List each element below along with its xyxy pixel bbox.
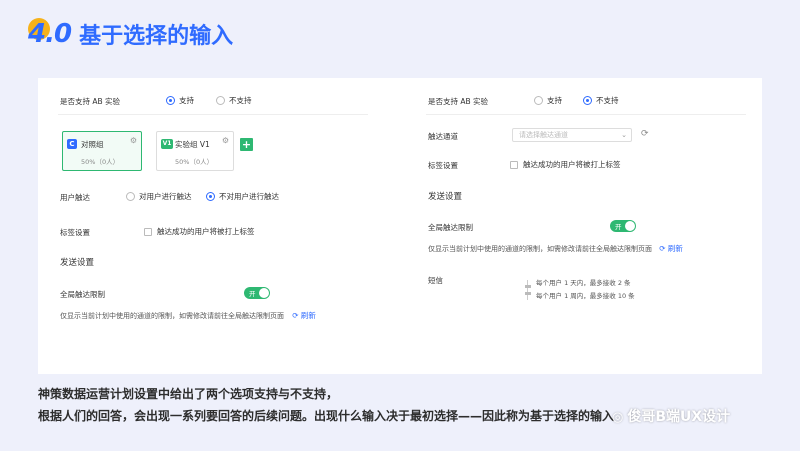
sms-rule-week: 每个用户 1 周内，最多接收 10 条: [536, 292, 635, 300]
global-limit-label: 全局触达限制: [60, 290, 105, 299]
add-group-button[interactable]: +: [240, 138, 253, 151]
radio-label: 对用户进行触达: [139, 192, 192, 201]
toggle-label: 开: [249, 290, 256, 298]
checkbox-label: 触达成功的用户将被打上标签: [523, 160, 621, 169]
gear-icon[interactable]: ⚙: [222, 136, 229, 145]
group-ratio: 50%（0人）: [81, 158, 120, 166]
send-settings-heading: 发送设置: [60, 258, 95, 268]
global-limit-label-right: 全局触达限制: [428, 223, 473, 232]
refresh-icon: ⟳: [292, 311, 299, 320]
chevron-down-icon: ⌄: [621, 131, 627, 139]
tag-checkbox-right[interactable]: 触达成功的用户将被打上标签: [510, 159, 621, 170]
caption-line-2: 根据人们的回答，会出现一系列要回答的后续问题。出现什么输入决于最初选择——因此称…: [38, 409, 615, 423]
refresh-label: 刷新: [300, 311, 316, 320]
refresh-label: 刷新: [667, 244, 683, 253]
radio-label: 支持: [179, 96, 194, 105]
ab-not-support-radio-right[interactable]: 不支持: [583, 95, 619, 106]
divider: [58, 114, 368, 115]
radio-icon: [534, 96, 543, 105]
page-title: 基于选择的输入: [79, 24, 234, 49]
limit-note: 仅显示当前计划中使用的通道的限制，如需修改请前往全局触达限制页面 ⟳ 刷新: [60, 310, 316, 321]
radio-checked-icon: [583, 96, 592, 105]
radio-label: 不支持: [596, 96, 619, 105]
global-limit-toggle[interactable]: 开: [244, 287, 270, 299]
sms-rule-day: 每个用户 1 天内，最多接收 2 条: [536, 279, 631, 287]
radio-checked-icon: [206, 192, 215, 201]
ab-label: 是否支持 AB 实验: [60, 97, 121, 106]
tag-label-right: 标签设置: [428, 161, 458, 170]
toggle-label: 开: [615, 223, 622, 231]
caption-line-1: 神策数据运营计划设置中给出了两个选项支持与不支持，: [38, 387, 339, 401]
checkbox-icon: [510, 160, 518, 169]
channel-select[interactable]: 请选择触达通道 ⌄: [512, 128, 632, 142]
reach-no-radio[interactable]: 不对用户进行触达: [206, 191, 279, 202]
control-group-card[interactable]: C 对照组 50%（0人） ⚙: [62, 131, 142, 171]
radio-icon: [216, 96, 225, 105]
caption: 神策数据运营计划设置中给出了两个选项支持与不支持， 根据人们的回答，会出现一系列…: [38, 383, 614, 427]
reach-yes-radio[interactable]: 对用户进行触达: [126, 191, 192, 202]
checkbox-icon: [144, 227, 152, 236]
limit-note-text: 仅显示当前计划中使用的通道的限制，如需修改请前往全局触达限制页面: [428, 245, 652, 253]
group-badge: C: [67, 139, 77, 149]
radio-icon: [126, 192, 135, 201]
variant-group-card[interactable]: V1 实验组 V1 50%（0人） ⚙: [156, 131, 234, 171]
radio-label: 不对用户进行触达: [219, 192, 279, 201]
ab-not-support-radio[interactable]: 不支持: [216, 95, 252, 106]
toggle-knob: [259, 288, 269, 298]
section-number: 4.0: [28, 19, 72, 49]
watermark-text: 俊哥B端UX设计: [627, 409, 731, 425]
group-ratio: 50%（0人）: [175, 158, 214, 166]
refresh-link-right[interactable]: ⟳ 刷新: [659, 244, 683, 253]
refresh-icon: ⟳: [659, 244, 666, 253]
channel-placeholder: 请选择触达通道: [519, 131, 568, 139]
checkbox-label: 触达成功的用户将被打上标签: [157, 227, 255, 236]
ab-label-right: 是否支持 AB 实验: [428, 97, 489, 106]
gear-icon[interactable]: ⚙: [130, 136, 137, 145]
radio-label: 支持: [547, 96, 562, 105]
sms-label: 短信: [428, 276, 443, 285]
screenshot-card: 是否支持 AB 实验 支持 不支持 C 对照组 50%（0人） ⚙ V1 实验组…: [38, 78, 762, 374]
limit-note-text: 仅显示当前计划中使用的通道的限制，如需修改请前往全局触达限制页面: [60, 312, 284, 320]
watermark: ◎ 俊哥B端UX设计: [612, 406, 730, 426]
tag-label: 标签设置: [60, 228, 90, 237]
refresh-link[interactable]: ⟳ 刷新: [292, 311, 316, 320]
page-header: 4.0 基于选择的输入: [28, 14, 233, 54]
divider: [426, 114, 746, 115]
group-badge: V1: [161, 139, 173, 149]
radio-label: 不支持: [229, 96, 252, 105]
radio-checked-icon: [166, 96, 175, 105]
range-icon: [525, 280, 531, 300]
wechat-icon: ◎: [612, 410, 624, 425]
group-name: 对照组: [81, 140, 104, 149]
channel-label: 触达通道: [428, 132, 458, 141]
global-limit-toggle-right[interactable]: 开: [610, 220, 636, 232]
group-name: 实验组 V1: [175, 140, 210, 149]
tag-checkbox[interactable]: 触达成功的用户将被打上标签: [144, 226, 255, 237]
ab-support-radio[interactable]: 支持: [166, 95, 194, 106]
ab-support-radio-right[interactable]: 支持: [534, 95, 562, 106]
reload-icon[interactable]: ⟳: [641, 129, 649, 139]
limit-note-right: 仅显示当前计划中使用的通道的限制，如需修改请前往全局触达限制页面 ⟳ 刷新: [428, 243, 683, 254]
reach-label: 用户触达: [60, 193, 90, 202]
toggle-knob: [625, 221, 635, 231]
send-settings-heading-right: 发送设置: [428, 192, 463, 202]
